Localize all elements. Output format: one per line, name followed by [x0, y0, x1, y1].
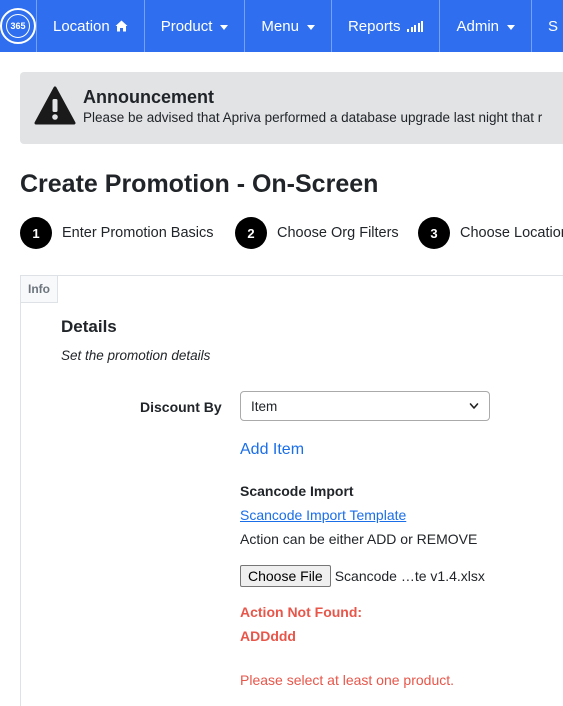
chevron-down-icon	[220, 24, 229, 30]
step-number: 2	[235, 217, 267, 249]
nav-location-label: Location	[53, 17, 110, 35]
announcement-text: Please be advised that Apriva performed …	[83, 110, 543, 125]
announcement-banner: Announcement Please be advised that Apri…	[20, 72, 563, 144]
nav-more-label: S	[548, 17, 559, 35]
step-number: 3	[418, 217, 450, 249]
error-action-not-found: Action Not Found:	[240, 604, 363, 620]
details-heading: Details	[61, 317, 117, 336]
info-panel: Info Details Set the promotion details D…	[20, 275, 563, 706]
selected-file-name: Scancode …te v1.4.xlsx	[334, 568, 485, 584]
tab-info[interactable]: Info	[21, 276, 58, 303]
announcement-title: Announcement	[83, 87, 215, 107]
error-action-value: ADDddd	[240, 628, 296, 644]
step-3[interactable]: 3 Choose Location	[418, 217, 563, 249]
logo-ring: 365	[0, 8, 36, 44]
action-note: Action can be either ADD or REMOVE	[240, 531, 478, 547]
discount-by-label: Discount By	[140, 399, 222, 415]
nav-admin[interactable]: Admin	[439, 0, 531, 52]
home-icon	[115, 20, 128, 32]
nav-menu-label: Menu	[261, 17, 299, 35]
chevron-down-icon	[507, 24, 516, 30]
error-select-product: Please select at least one product.	[240, 672, 455, 688]
file-input: Choose File Scancode …te v1.4.xlsx	[240, 565, 485, 587]
nav-reports-label: Reports	[347, 17, 401, 35]
nav-location[interactable]: Location	[36, 0, 144, 52]
step-label: Choose Org Filters	[277, 225, 399, 241]
choose-file-button[interactable]: Choose File	[240, 565, 331, 587]
nav-reports[interactable]: Reports	[330, 0, 440, 52]
logo-text: 365	[6, 14, 30, 38]
step-2[interactable]: 2 Choose Org Filters	[235, 217, 399, 249]
discount-by-value: Item	[251, 398, 278, 414]
add-item-link[interactable]: Add Item	[240, 441, 304, 459]
discount-by-select[interactable]: Item	[240, 391, 490, 421]
scancode-template-link[interactable]: Scancode Import Template	[240, 507, 406, 523]
chevron-down-icon	[306, 24, 315, 30]
page-title: Create Promotion - On-Screen	[20, 170, 379, 198]
step-number: 1	[20, 217, 52, 249]
signal-bars-icon	[407, 20, 424, 32]
scancode-import-heading: Scancode Import	[240, 483, 354, 499]
nav-product-label: Product	[160, 17, 213, 35]
step-1[interactable]: 1 Enter Promotion Basics	[20, 217, 214, 249]
wizard-steps: 1 Enter Promotion Basics 2 Choose Org Fi…	[20, 217, 563, 249]
nav-admin-label: Admin	[456, 17, 500, 35]
details-subtitle: Set the promotion details	[61, 348, 211, 363]
warning-icon	[34, 86, 76, 125]
nav-more[interactable]: S	[531, 0, 563, 52]
nav-product[interactable]: Product	[143, 0, 245, 52]
step-label: Choose Location	[460, 225, 563, 241]
logo[interactable]: 365	[0, 0, 36, 52]
step-label: Enter Promotion Basics	[62, 225, 214, 241]
top-navbar: 365 Location Product Menu Reports Admin …	[0, 0, 563, 52]
chevron-down-icon	[469, 403, 479, 409]
nav-menu[interactable]: Menu	[244, 0, 331, 52]
